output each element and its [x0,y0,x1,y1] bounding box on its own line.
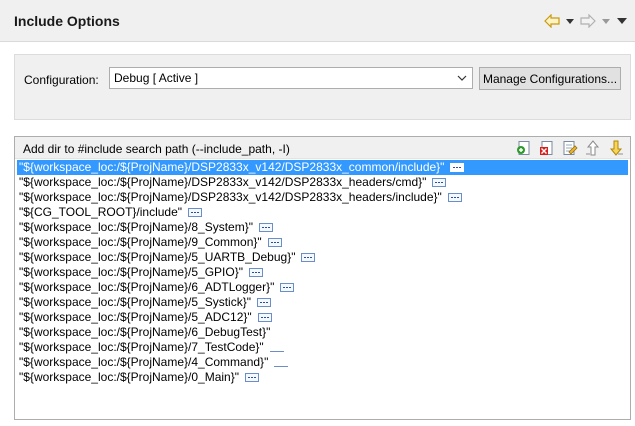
chevron-down-icon [566,18,574,24]
list-item[interactable]: "${workspace_loc:/${ProjName}/DSP2833x_v… [17,190,628,205]
ellipsis-icon [256,298,271,307]
list-item[interactable]: "${workspace_loc:/${ProjName}/DSP2833x_v… [17,175,628,190]
include-path-text: "${workspace_loc:/${ProjName}/DSP2833x_v… [19,175,427,189]
move-up-icon[interactable] [585,140,601,156]
configuration-label: Configuration: [24,73,99,87]
include-path-list-group: Add dir to #include search path (--inclu… [14,136,631,420]
include-path-text: "${workspace_loc:/${ProjName}/5_ADC12}" [19,310,252,324]
list-item[interactable]: "${workspace_loc:/${ProjName}/7_TestCode… [17,340,628,355]
include-path-text: "${workspace_loc:/${ProjName}/5_GPIO}" [19,265,243,279]
manage-configurations-button[interactable]: Manage Configurations... [479,67,621,90]
list-item[interactable]: "${workspace_loc:/${ProjName}/4_Command}… [17,355,628,370]
page-header: Include Options [0,0,635,42]
forward-history-dropdown[interactable] [601,12,611,30]
ellipsis-icon [274,358,289,367]
include-path-text: "${workspace_loc:/${ProjName}/4_Command}… [19,355,269,369]
ellipsis-icon [188,208,203,217]
add-icon[interactable] [516,140,532,156]
configuration-group: Configuration: Debug [ Active ] Manage C… [14,54,631,120]
include-path-text: "${workspace_loc:/${ProjName}/8_System}" [19,220,253,234]
list-item[interactable]: "${workspace_loc:/${ProjName}/5_Systick}… [17,295,628,310]
include-path-list-header: Add dir to #include search path (--inclu… [15,137,630,159]
view-menu-icon[interactable] [617,12,627,30]
edit-icon[interactable] [562,140,578,156]
list-item[interactable]: "${CG_TOOL_ROOT}/include" [17,205,628,220]
list-toolbar [516,140,624,156]
configuration-value: Debug [ Active ] [114,71,199,85]
ellipsis-icon [269,343,284,352]
list-item[interactable]: "${workspace_loc:/${ProjName}/9_Common}" [17,235,628,250]
list-item[interactable]: "${workspace_loc:/${ProjName}/6_ADTLogge… [17,280,628,295]
list-item[interactable]: "${workspace_loc:/${ProjName}/6_DebugTes… [17,325,628,340]
ellipsis-icon [432,178,447,187]
include-path-text: "${workspace_loc:/${ProjName}/5_Systick}… [19,295,251,309]
back-arrow-icon[interactable] [541,12,563,30]
list-item[interactable]: "${workspace_loc:/${ProjName}/5_UARTB_De… [17,250,628,265]
list-item[interactable]: "${workspace_loc:/${ProjName}/5_ADC12}" [17,310,628,325]
ellipsis-icon [280,283,295,292]
include-path-text: "${workspace_loc:/${ProjName}/7_TestCode… [19,340,264,354]
include-path-text: "${workspace_loc:/${ProjName}/6_DebugTes… [19,325,271,339]
include-path-text: "${workspace_loc:/${ProjName}/5_UARTB_De… [19,250,296,264]
include-path-text: "${workspace_loc:/${ProjName}/9_Common}" [19,235,262,249]
chevron-down-icon [602,18,610,24]
navigation-toolbar [541,12,627,30]
ellipsis-icon [248,268,263,277]
include-path-text: "${workspace_loc:/${ProjName}/DSP2833x_v… [19,160,445,174]
list-item[interactable]: "${workspace_loc:/${ProjName}/0_Main}" [17,370,628,385]
ellipsis-icon [447,193,462,202]
include-path-list: "${workspace_loc:/${ProjName}/DSP2833x_v… [17,160,628,385]
list-item[interactable]: "${workspace_loc:/${ProjName}/DSP2833x_v… [17,160,628,175]
ellipsis-icon [257,313,272,322]
delete-icon[interactable] [539,140,555,156]
chevron-down-icon [457,72,467,87]
list-item[interactable]: "${workspace_loc:/${ProjName}/8_System}" [17,220,628,235]
include-path-list-title: Add dir to #include search path (--inclu… [23,142,290,156]
move-down-icon[interactable] [608,140,624,156]
include-path-text: "${CG_TOOL_ROOT}/include" [19,205,183,219]
ellipsis-icon [450,163,465,172]
configuration-select[interactable]: Debug [ Active ] [109,67,473,89]
list-item[interactable]: "${workspace_loc:/${ProjName}/5_GPIO}" [17,265,628,280]
forward-arrow-icon[interactable] [577,12,599,30]
ellipsis-icon [301,253,316,262]
include-path-text: "${workspace_loc:/${ProjName}/DSP2833x_v… [19,190,442,204]
ellipsis-icon [267,238,282,247]
page-title: Include Options [14,13,120,29]
include-path-text: "${workspace_loc:/${ProjName}/6_ADTLogge… [19,280,275,294]
back-history-dropdown[interactable] [565,12,575,30]
include-path-text: "${workspace_loc:/${ProjName}/0_Main}" [19,370,239,384]
ellipsis-icon [258,223,273,232]
ellipsis-icon [244,373,259,382]
